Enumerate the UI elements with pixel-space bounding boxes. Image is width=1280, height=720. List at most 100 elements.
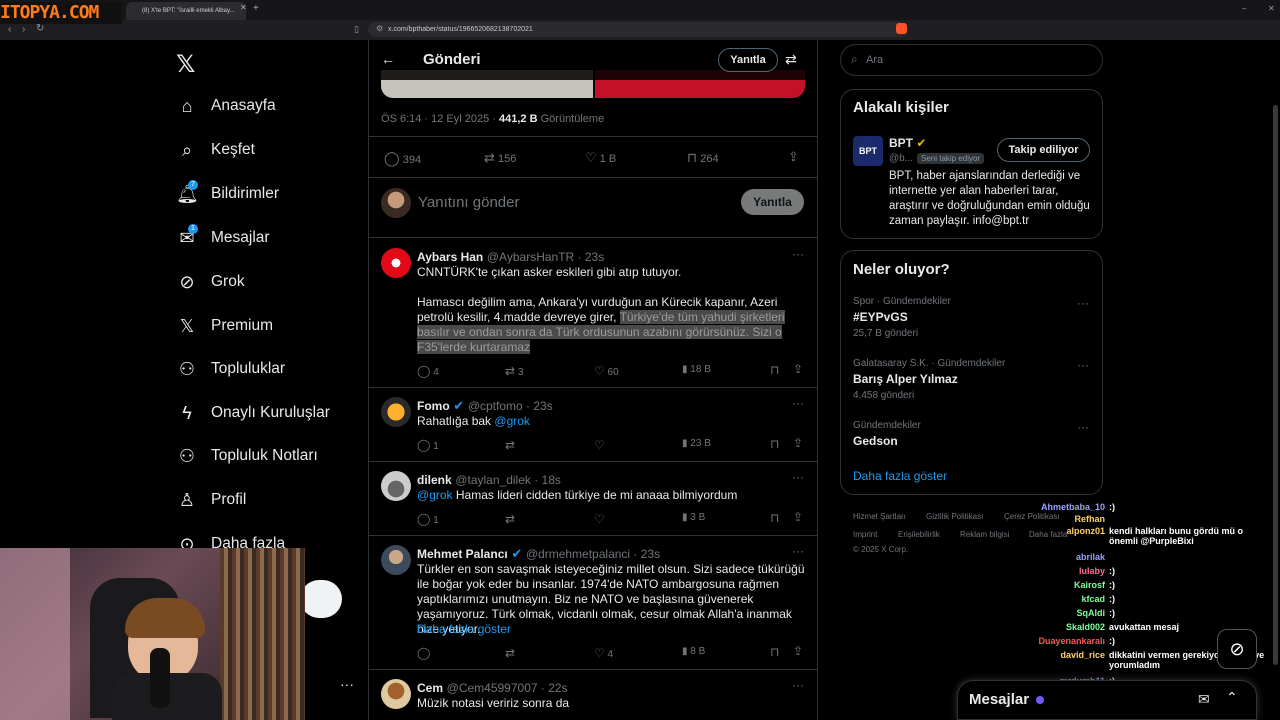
more-options-icon[interactable]: ··· bbox=[792, 544, 804, 558]
new-message-icon[interactable]: ✉ bbox=[1198, 691, 1210, 708]
reply-avatar[interactable] bbox=[381, 679, 411, 709]
retweet-icon[interactable]: ⇄ bbox=[505, 438, 515, 452]
share-icon[interactable]: ⇪ bbox=[793, 362, 803, 376]
nav-communities[interactable]: Topluluklar bbox=[211, 360, 285, 378]
more-options-icon[interactable]: ··· bbox=[792, 247, 804, 261]
nav-explore[interactable]: Keşfet bbox=[211, 141, 255, 159]
bookmark-icon[interactable]: ⊓ bbox=[770, 645, 779, 659]
footer-link[interactable]: Hizmet Şartları bbox=[853, 512, 906, 521]
reply-views[interactable]: ▮ 3 B bbox=[682, 512, 705, 523]
more-options-icon[interactable]: ··· bbox=[1077, 358, 1089, 372]
reply-reply-action[interactable]: ◯ 4 bbox=[417, 364, 439, 378]
reply-text: Rahatlığa bak @grok bbox=[417, 414, 530, 428]
post-button[interactable] bbox=[300, 580, 342, 618]
reply-like-action[interactable]: ♡ 60 bbox=[594, 364, 619, 378]
more-options-icon[interactable]: ··· bbox=[792, 396, 804, 410]
reply-text-body: Hamascı değilim ama, Ankara'yı vurduğun … bbox=[417, 295, 785, 354]
show-more-link[interactable]: Daha fazla göster bbox=[417, 622, 511, 637]
bpt-avatar[interactable]: BPT bbox=[853, 136, 883, 166]
trends-show-more[interactable]: Daha fazla göster bbox=[853, 469, 947, 483]
new-tab-icon[interactable]: + bbox=[253, 3, 259, 14]
scrollbar[interactable] bbox=[1273, 105, 1278, 665]
expand-icon[interactable]: ⌃ bbox=[1226, 689, 1238, 706]
share-icon[interactable]: ⇪ bbox=[793, 510, 803, 524]
reply-icon[interactable]: ◯ bbox=[417, 646, 430, 660]
filter-icon[interactable]: ⇄ bbox=[785, 51, 797, 68]
retweet-icon[interactable]: ⇄ bbox=[505, 512, 515, 526]
trend-name[interactable]: Barış Alper Yılmaz bbox=[853, 372, 958, 386]
nav-grok[interactable]: Grok bbox=[211, 273, 245, 291]
more-options-icon[interactable]: ··· bbox=[792, 470, 804, 484]
more-options-icon[interactable]: ··· bbox=[1077, 296, 1089, 310]
reply-like-action[interactable]: ♡ 4 bbox=[594, 646, 613, 660]
footer-link[interactable]: Reklam bilgisi bbox=[960, 530, 1009, 539]
back-icon[interactable]: ‹ bbox=[8, 24, 11, 35]
reply-icon: ◯ bbox=[417, 364, 431, 378]
share-icon[interactable]: ⇪ bbox=[793, 436, 803, 450]
site-settings-icon[interactable]: ⚙ bbox=[376, 24, 383, 33]
footer-link[interactable]: Gizlilik Politikası bbox=[926, 512, 983, 521]
minimize-icon[interactable]: – bbox=[1242, 4, 1246, 13]
more-options-icon[interactable]: ··· bbox=[792, 678, 804, 692]
post-like-action[interactable]: ♡ 1 B bbox=[585, 150, 616, 166]
browser-tab[interactable]: (8) X'te BPT: "İsrailli emekli Albay... bbox=[126, 2, 246, 20]
share-icon[interactable]: ⇪ bbox=[793, 644, 803, 658]
nav-premium[interactable]: Premium bbox=[211, 317, 273, 335]
heart-icon[interactable]: ♡ bbox=[594, 438, 605, 452]
back-arrow-icon[interactable]: ← bbox=[381, 51, 395, 67]
share-icon[interactable]: ⇪ bbox=[788, 149, 799, 165]
chat-username: Skald002 bbox=[1065, 622, 1105, 632]
bookmark-page-icon[interactable]: ▯ bbox=[354, 24, 359, 35]
retweet-icon[interactable]: ⇄ bbox=[505, 646, 515, 660]
footer-link[interactable]: Erişilebilirlik bbox=[898, 530, 940, 539]
post-bookmark-action[interactable]: ⊓ 264 bbox=[687, 150, 719, 166]
account-menu-icon[interactable]: ··· bbox=[340, 676, 354, 692]
reply-avatar[interactable] bbox=[381, 397, 411, 427]
header-reply-button[interactable]: Yanıtla bbox=[718, 48, 778, 72]
related-name[interactable]: BPT ✔ bbox=[889, 136, 926, 150]
chat-username: Kairosf bbox=[1073, 580, 1105, 590]
reply-avatar[interactable] bbox=[381, 248, 411, 278]
messages-drawer-title: Mesajlar bbox=[969, 691, 1030, 708]
footer-link[interactable]: Imprint bbox=[853, 530, 877, 539]
reply-avatar[interactable] bbox=[381, 545, 411, 575]
reply-reply-action[interactable]: ◯ 1 bbox=[417, 512, 439, 526]
search-icon: ⌕ bbox=[181, 140, 193, 160]
bookmark-icon[interactable]: ⊓ bbox=[770, 437, 779, 451]
forward-icon[interactable]: › bbox=[22, 24, 25, 35]
reload-icon[interactable]: ↻ bbox=[36, 23, 44, 34]
profile-icon: ♙ bbox=[178, 490, 196, 510]
nav-verified-orgs[interactable]: Onaylı Kuruluşlar bbox=[211, 404, 330, 422]
brave-shield-icon[interactable] bbox=[896, 23, 907, 34]
close-tab-icon[interactable]: ✕ bbox=[240, 3, 247, 12]
x-logo-icon[interactable]: 𝕏 bbox=[176, 50, 195, 79]
post-retweet-action[interactable]: ⇄ 156 bbox=[484, 150, 516, 166]
reply-input[interactable]: Yanıtını gönder bbox=[418, 194, 519, 211]
reply-views[interactable]: ▮ 18 B bbox=[682, 364, 711, 375]
nav-notifications[interactable]: Bildirimler bbox=[211, 185, 279, 203]
search-input[interactable]: Ara bbox=[866, 54, 883, 66]
reply-reply-action[interactable]: ◯ 1 bbox=[417, 438, 439, 452]
bookmark-icon[interactable]: ⊓ bbox=[770, 511, 779, 525]
reply-avatar[interactable] bbox=[381, 471, 411, 501]
bookmark-icon[interactable]: ⊓ bbox=[770, 363, 779, 377]
nav-profile[interactable]: Profil bbox=[211, 491, 246, 509]
grok-floating-icon[interactable]: ⊘ bbox=[1217, 629, 1257, 669]
heart-icon[interactable]: ♡ bbox=[594, 512, 605, 526]
address-bar[interactable]: x.com/bpthaber/status/196652068213870202… bbox=[368, 22, 908, 37]
reply-views[interactable]: ▮ 8 B bbox=[682, 646, 705, 657]
nav-community-notes[interactable]: Topluluk Notları bbox=[211, 447, 318, 465]
chat-text: :) bbox=[1109, 566, 1115, 576]
trend-name[interactable]: Gedson bbox=[853, 434, 898, 448]
trend-name[interactable]: #EYPvGS bbox=[853, 310, 908, 324]
more-options-icon[interactable]: ··· bbox=[1077, 420, 1089, 434]
nav-messages[interactable]: Mesajlar bbox=[211, 229, 270, 247]
post-reply-action[interactable]: ◯ 394 bbox=[384, 150, 421, 167]
composer-reply-button[interactable]: Yanıtla bbox=[741, 189, 804, 215]
nav-home[interactable]: Anasayfa bbox=[211, 97, 276, 115]
reply-views[interactable]: ▮ 23 B bbox=[682, 438, 711, 449]
close-window-icon[interactable]: ✕ bbox=[1268, 4, 1275, 13]
reply-retweet-action[interactable]: ⇄ 3 bbox=[505, 364, 523, 378]
following-button[interactable]: Takip ediliyor bbox=[997, 138, 1090, 162]
my-avatar[interactable] bbox=[381, 188, 411, 218]
